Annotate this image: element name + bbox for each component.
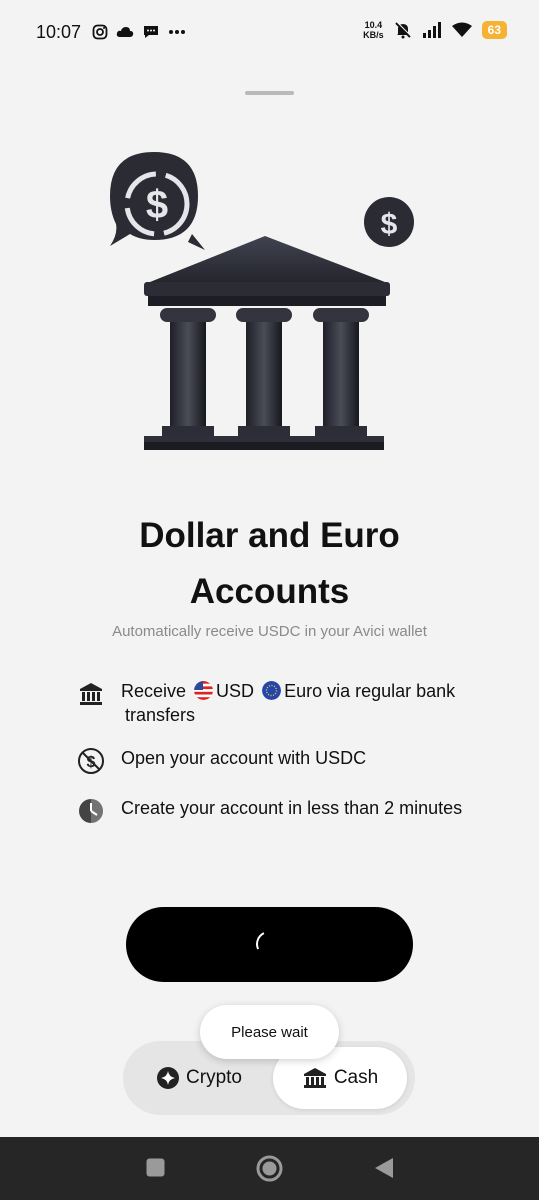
wifi-icon bbox=[451, 22, 472, 37]
bell-muted-icon bbox=[394, 21, 411, 39]
cloud-icon bbox=[116, 27, 134, 37]
loading-spinner-icon bbox=[252, 927, 286, 961]
usdc-coin-icon: $ bbox=[110, 152, 205, 250]
svg-text:$: $ bbox=[146, 183, 168, 227]
speed-value: 10.4 bbox=[364, 20, 383, 30]
signal-icon bbox=[422, 22, 441, 38]
speed-unit: KB/s bbox=[363, 30, 384, 40]
euro-label: Euro via regular bank bbox=[284, 681, 456, 701]
tab-crypto-label: Crypto bbox=[186, 1067, 242, 1088]
feature-bank-transfers: Receive USD Euro via regular bank transf… bbox=[76, 679, 455, 727]
feature-open-text: Open your account with USDC bbox=[121, 748, 367, 768]
dollar-coin-icon: $ bbox=[364, 197, 414, 247]
battery-level: 63 bbox=[481, 21, 507, 39]
eu-flag-icon bbox=[262, 681, 282, 700]
page-title: Dollar and Euro Accounts bbox=[0, 508, 539, 620]
home-circle-icon[interactable] bbox=[256, 1155, 283, 1182]
back-triangle-icon[interactable] bbox=[374, 1157, 394, 1179]
bank-icon bbox=[76, 679, 106, 709]
status-left-icons bbox=[92, 24, 186, 40]
title-line-1: Dollar and Euro bbox=[139, 516, 400, 555]
status-right-icons: 10.4 KB/s 63 bbox=[363, 20, 507, 40]
crypto-sparkle-icon bbox=[157, 1067, 180, 1089]
no-dollar-icon: $ bbox=[76, 746, 106, 776]
usd-label: USD bbox=[216, 681, 255, 701]
feature-bank-text: Receive USD Euro via regular bank transf… bbox=[121, 679, 455, 727]
instagram-icon bbox=[92, 24, 108, 40]
svg-text:$: $ bbox=[381, 208, 398, 241]
feature-time-text: Create your account in less than 2 minut… bbox=[121, 798, 463, 818]
bank-building-icon: $ $ bbox=[110, 152, 414, 450]
title-line-2: Accounts bbox=[189, 572, 350, 611]
please-wait-toast: Please wait bbox=[200, 1005, 339, 1059]
receive-label: Receive bbox=[121, 681, 187, 701]
system-navigation-bar bbox=[0, 1137, 539, 1200]
page-subtitle: Automatically receive USDC in your Avici… bbox=[112, 623, 427, 640]
more-dots-icon bbox=[169, 30, 185, 34]
transfers-label: transfers bbox=[125, 705, 196, 725]
feature-quick-create: Create your account in less than 2 minut… bbox=[76, 796, 462, 826]
recents-square-icon[interactable] bbox=[146, 1158, 165, 1177]
continue-button[interactable] bbox=[126, 907, 413, 982]
cash-bank-icon bbox=[303, 1068, 326, 1088]
network-speed: 10.4 KB/s bbox=[363, 20, 384, 40]
screen: 10:07 10.4 KB/s 63 $ $ Dollar and Euro A… bbox=[0, 0, 539, 1137]
us-flag-icon bbox=[194, 681, 214, 700]
sheet-drag-handle[interactable] bbox=[245, 91, 294, 95]
status-time: 10:07 bbox=[36, 22, 82, 42]
clock-icon bbox=[76, 796, 106, 826]
tab-cash-label: Cash bbox=[333, 1067, 379, 1088]
feature-open-usdc: $ Open your account with USDC bbox=[76, 746, 366, 776]
chat-icon bbox=[144, 26, 158, 38]
status-bar: 10:07 10.4 KB/s 63 bbox=[0, 0, 539, 62]
